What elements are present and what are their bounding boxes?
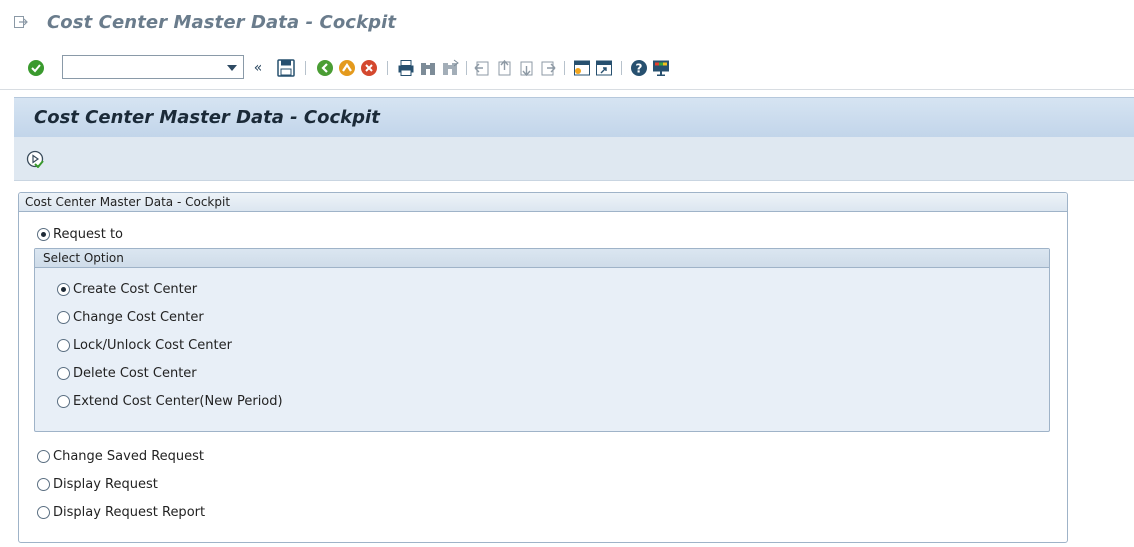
radio-label: Display Request [53,476,158,492]
first-page-icon[interactable] [472,58,492,78]
help-icon[interactable]: ? [629,58,649,78]
command-field[interactable] [62,55,244,79]
dropdown-icon[interactable] [227,65,237,71]
main-group-box: Cost Center Master Data - Cockpit Reques… [18,192,1068,543]
radio-label: Create Cost Center [73,281,198,297]
select-option-title: Select Option [35,249,1049,268]
shortcut-icon[interactable] [594,58,614,78]
radio-label: Lock/Unlock Cost Center [73,337,232,353]
radio-label: Display Request Report [53,504,206,520]
command-input[interactable] [63,56,213,78]
radio-create-cost-center[interactable]: Create Cost Center [57,281,197,297]
system-toolbar: « ? [0,46,1134,90]
screen-title: Cost Center Master Data - Cockpit [34,107,380,128]
radio-button[interactable] [57,394,70,408]
radio-delete-cost-center[interactable]: Delete Cost Center [57,365,197,381]
menu-expand-icon[interactable] [14,16,28,28]
execute-icon[interactable] [26,150,44,168]
toolbar-separator [305,61,306,75]
radio-label: Change Cost Center [73,309,204,325]
toolbar-separator [564,61,565,75]
exit-icon[interactable] [337,58,357,78]
radio-button[interactable] [37,449,50,463]
select-option-group: Select Option Create Cost Center Change … [34,248,1050,432]
radio-label: Request to [53,226,123,242]
svg-text:?: ? [636,62,643,76]
toolbar-separator [466,61,467,75]
find-next-icon[interactable] [440,58,460,78]
radio-label: Extend Cost Center(New Period) [73,393,283,409]
back-icon[interactable] [315,58,335,78]
last-page-icon[interactable] [538,58,558,78]
radio-extend-cost-center[interactable]: Extend Cost Center(New Period) [57,393,283,409]
save-icon[interactable] [276,58,296,78]
radio-display-request-report[interactable]: Display Request Report [37,504,205,520]
radio-display-request[interactable]: Display Request [37,476,158,492]
previous-page-icon[interactable] [494,58,514,78]
radio-button[interactable] [57,310,70,324]
radio-lock-unlock-cost-center[interactable]: Lock/Unlock Cost Center [57,337,232,353]
radio-button[interactable] [37,227,50,241]
radio-button[interactable] [57,282,70,296]
cancel-icon[interactable] [359,58,379,78]
window-title: Cost Center Master Data - Cockpit [47,12,397,33]
radio-change-saved-request[interactable]: Change Saved Request [37,448,204,464]
collapse-icon[interactable]: « [251,58,265,78]
radio-request-to[interactable]: Request to [37,226,123,242]
window-title-bar: Cost Center Master Data - Cockpit [0,0,1134,46]
toolbar-separator [387,61,388,75]
application-toolbar [14,137,1134,181]
create-session-icon[interactable] [572,58,592,78]
next-page-icon[interactable] [516,58,536,78]
radio-label: Change Saved Request [53,448,205,464]
main-group-title: Cost Center Master Data - Cockpit [19,193,1067,212]
radio-change-cost-center[interactable]: Change Cost Center [57,309,204,325]
toolbar-separator [621,61,622,75]
radio-button[interactable] [57,366,70,380]
radio-button[interactable] [37,505,50,519]
radio-button[interactable] [37,477,50,491]
print-icon[interactable] [396,58,416,78]
radio-button[interactable] [57,338,70,352]
screen-header: Cost Center Master Data - Cockpit [14,97,1134,137]
customize-layout-icon[interactable] [651,58,671,78]
enter-icon[interactable] [26,58,46,78]
radio-label: Delete Cost Center [73,365,197,381]
find-icon[interactable] [418,58,438,78]
